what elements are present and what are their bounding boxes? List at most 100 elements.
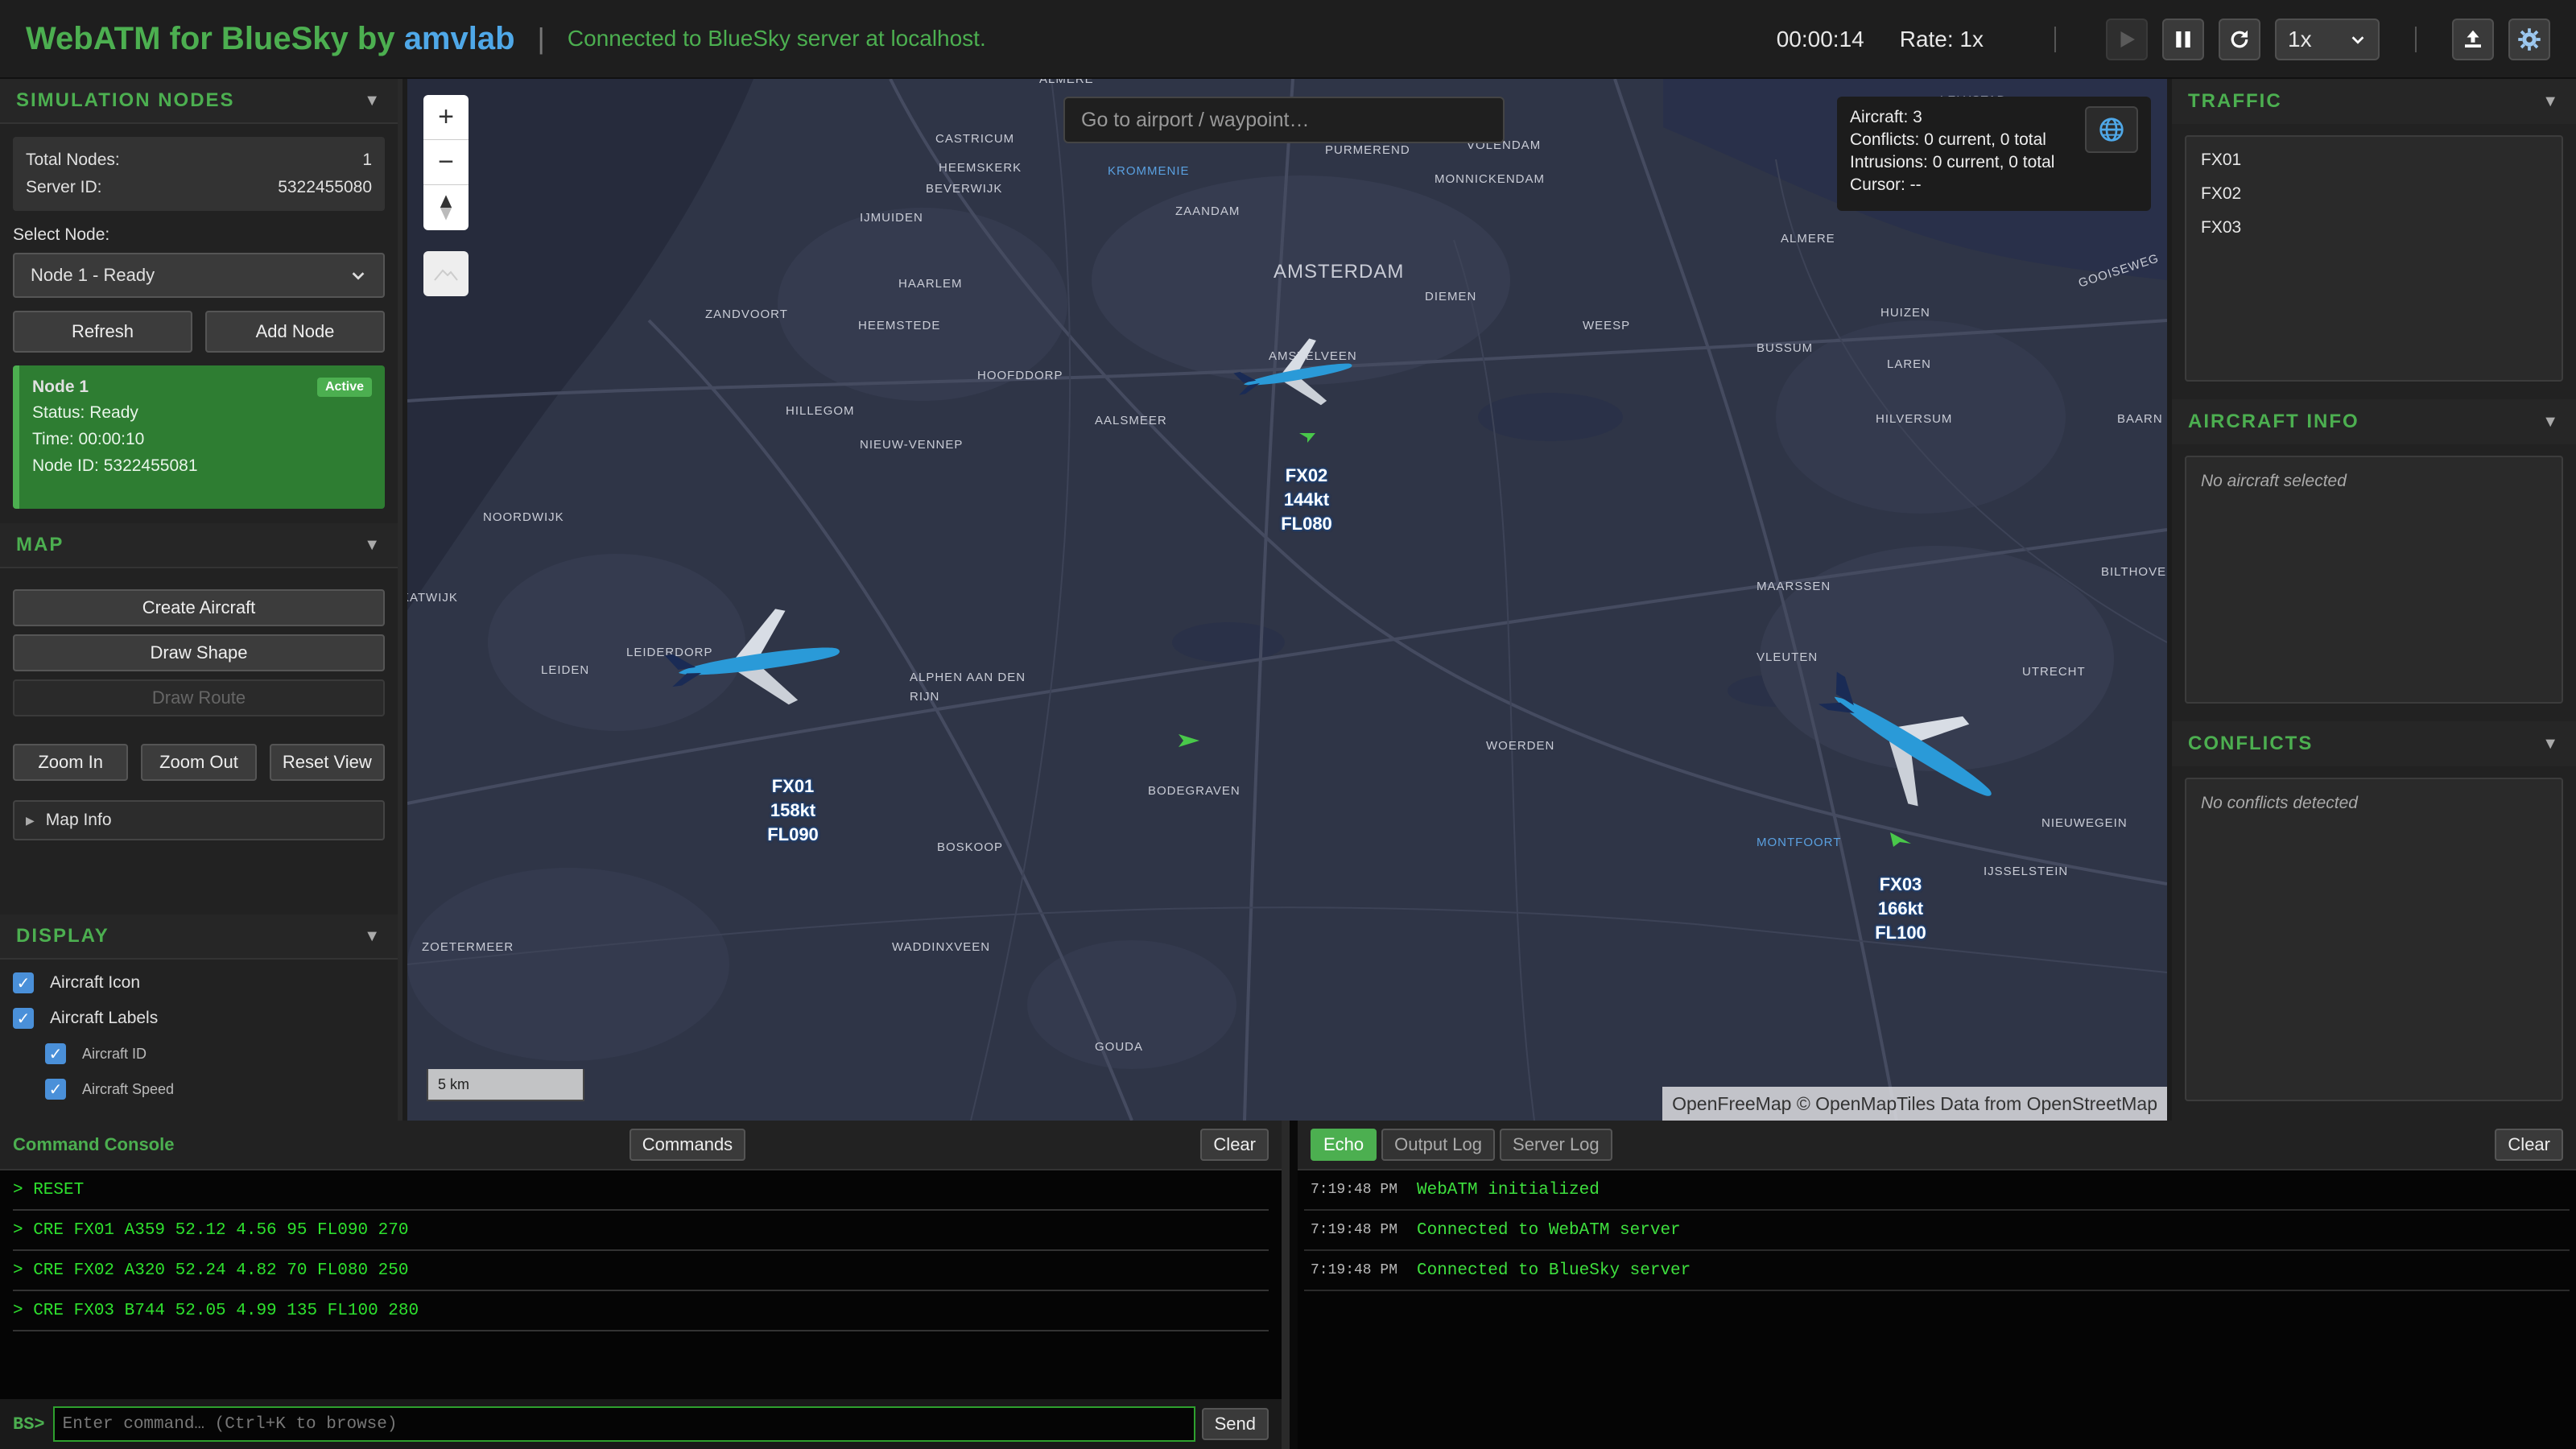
aircraft-label-speed: 158kt [770, 800, 816, 820]
select-node-label: Select Node: [13, 225, 110, 244]
place-label: HILVERSUM [1876, 412, 1953, 426]
map-view[interactable]: ALMERE LELYSTAD CASTRICUM HEEMSKERK BEVE… [407, 79, 2167, 1121]
chevron-down-icon [352, 272, 365, 280]
place-label: HILLEGOM [786, 404, 855, 418]
aircraft-speed-checkbox[interactable]: ✓ Aircraft Speed [45, 1077, 385, 1101]
aircraft-label-level: FL090 [767, 824, 819, 844]
place-label: HUIZEN [1880, 306, 1930, 320]
place-label: ALPHEN AAN DEN RIJN [910, 671, 1026, 704]
aircraft-icon[interactable] [1232, 335, 1360, 415]
draw-route-button[interactable]: Draw Route [13, 679, 385, 716]
play-button[interactable] [2106, 19, 2148, 60]
aircraft-label[interactable]: FX02 144kt FL080 [1270, 464, 1343, 536]
aircraft-icon-checkbox[interactable]: ✓ Aircraft Icon [13, 971, 385, 995]
node-select[interactable]: Node 1 - Ready [13, 253, 385, 298]
collapse-icon: ▼ [2542, 734, 2560, 753]
log-line: 7:19:48 PM Connected to BlueSky server [1304, 1251, 2570, 1291]
aircraft-labels-checkbox[interactable]: ✓ Aircraft Labels [13, 1006, 385, 1030]
simulation-nodes-title: SIMULATION NODES [16, 89, 235, 111]
aircraft-label-id: FX01 [771, 776, 815, 796]
header-separator: | [537, 22, 545, 55]
globe-icon [2099, 118, 2124, 142]
console-line: > CRE FX02 A320 52.24 4.82 70 FL080 250 [13, 1251, 1269, 1291]
log-timestamp: 7:19:48 PM [1311, 1262, 1398, 1278]
aircraft-info-box: No aircraft selected [2185, 456, 2563, 704]
traffic-title: TRAFFIC [2188, 90, 2282, 112]
conflicts-empty: No conflicts detected [2201, 794, 2358, 812]
commands-button[interactable]: Commands [629, 1129, 746, 1161]
globe-button[interactable] [2085, 106, 2138, 153]
place-label: HEEMSTEDE [858, 319, 941, 332]
map-info-label: Map Info [45, 811, 112, 829]
add-node-button[interactable]: Add Node [205, 311, 385, 353]
command-input[interactable]: Enter command… (Ctrl+K to browse) [52, 1406, 1195, 1442]
tab-output-log[interactable]: Output Log [1381, 1129, 1496, 1161]
status-badge: Active [316, 378, 372, 397]
upload-button[interactable] [2452, 19, 2494, 60]
conflicts-header[interactable]: CONFLICTS ▼ [2172, 721, 2576, 766]
amvlab-link[interactable]: amvlab [404, 21, 515, 56]
gear-icon [2518, 28, 2541, 51]
reset-view-button[interactable]: Reset View [269, 744, 385, 781]
heading-marker [1890, 832, 1911, 847]
traffic-item[interactable]: FX03 [2186, 211, 2562, 245]
place-label: NIEUWEGEIN [2041, 816, 2128, 830]
simulation-nodes-header[interactable]: SIMULATION NODES ▼ [0, 79, 398, 124]
clear-output-button[interactable]: Clear [2495, 1129, 2563, 1161]
tab-echo[interactable]: Echo [1311, 1129, 1377, 1161]
reset-sim-button[interactable] [2219, 19, 2260, 60]
speed-select[interactable]: 1x [2275, 19, 2380, 60]
map-zoom-in-button[interactable]: + [423, 95, 469, 140]
place-label: HEEMSKERK [939, 161, 1022, 175]
log-line: 7:19:48 PM WebATM initialized [1304, 1170, 2570, 1211]
tab-server-log[interactable]: Server Log [1500, 1129, 1612, 1161]
node-card[interactable]: Node 1 Active Status: Ready Time: 00:00:… [13, 365, 385, 509]
terrain-button[interactable] [423, 251, 469, 296]
waypoint-search-input[interactable]: Go to airport / waypoint… [1063, 97, 1505, 143]
aircraft-info-header[interactable]: AIRCRAFT INFO ▼ [2172, 399, 2576, 444]
map-section-header[interactable]: MAP ▼ [0, 523, 398, 568]
command-console: Command Console Commands Clear > RESET >… [0, 1121, 1290, 1449]
command-prompt: BS> [13, 1414, 45, 1435]
map-zoom-out-button[interactable]: − [423, 140, 469, 185]
aircraft-icon[interactable] [662, 605, 855, 718]
traffic-item[interactable]: FX01 [2186, 143, 2562, 177]
server-id-value: 5322455080 [278, 178, 372, 196]
connection-status: Connected to BlueSky server at localhost… [567, 26, 986, 51]
traffic-header[interactable]: TRAFFIC ▼ [2172, 79, 2576, 124]
chevron-right-icon: ▶ [26, 813, 35, 827]
clear-console-button[interactable]: Clear [1200, 1129, 1269, 1161]
terrain-icon [434, 269, 458, 281]
aircraft-icon[interactable] [1805, 671, 2014, 816]
map-attribution[interactable]: OpenFreeMap © OpenMapTiles Data from Ope… [1662, 1087, 2167, 1121]
compass-button[interactable] [423, 185, 469, 230]
zoom-out-button[interactable]: Zoom Out [141, 744, 257, 781]
draw-shape-button[interactable]: Draw Shape [13, 634, 385, 671]
aircraft-label[interactable]: FX03 166kt FL100 [1856, 873, 1945, 945]
display-section-header[interactable]: DISPLAY ▼ [0, 914, 398, 960]
log-message: Connected to WebATM server [1417, 1220, 1681, 1240]
create-aircraft-button[interactable]: Create Aircraft [13, 589, 385, 626]
aircraft-label[interactable]: FX01 158kt FL090 [749, 774, 837, 847]
map-info-toggle[interactable]: ▶ Map Info [13, 800, 385, 840]
pause-button[interactable] [2162, 19, 2204, 60]
refresh-button[interactable]: Refresh [13, 311, 192, 353]
collapse-icon: ▼ [364, 91, 382, 109]
node-id: Node ID: 5322455081 [32, 456, 198, 475]
output-panel: Echo Output Log Server Log Clear 7:19:48… [1298, 1121, 2576, 1449]
conflicts-title: CONFLICTS [2188, 733, 2314, 754]
settings-button[interactable] [2508, 19, 2550, 60]
traffic-item[interactable]: FX02 [2186, 177, 2562, 211]
brand-prefix: WebATM for BlueSky by [26, 20, 404, 56]
command-console-title: Command Console [13, 1134, 175, 1154]
place-label: IJSSELSTEIN [1984, 865, 2069, 878]
node-time: Time: 00:00:10 [32, 429, 145, 448]
zoom-in-button[interactable]: Zoom In [13, 744, 129, 781]
place-label: ZAANDAM [1175, 204, 1241, 218]
send-button[interactable]: Send [1201, 1408, 1269, 1440]
log-timestamp: 7:19:48 PM [1311, 1182, 1398, 1198]
aircraft-id-checkbox[interactable]: ✓ Aircraft ID [45, 1042, 385, 1066]
play-icon [2120, 31, 2135, 47]
aircraft-label-speed: 144kt [1283, 489, 1330, 510]
place-label: NIEUW-VENNEP [860, 438, 964, 452]
